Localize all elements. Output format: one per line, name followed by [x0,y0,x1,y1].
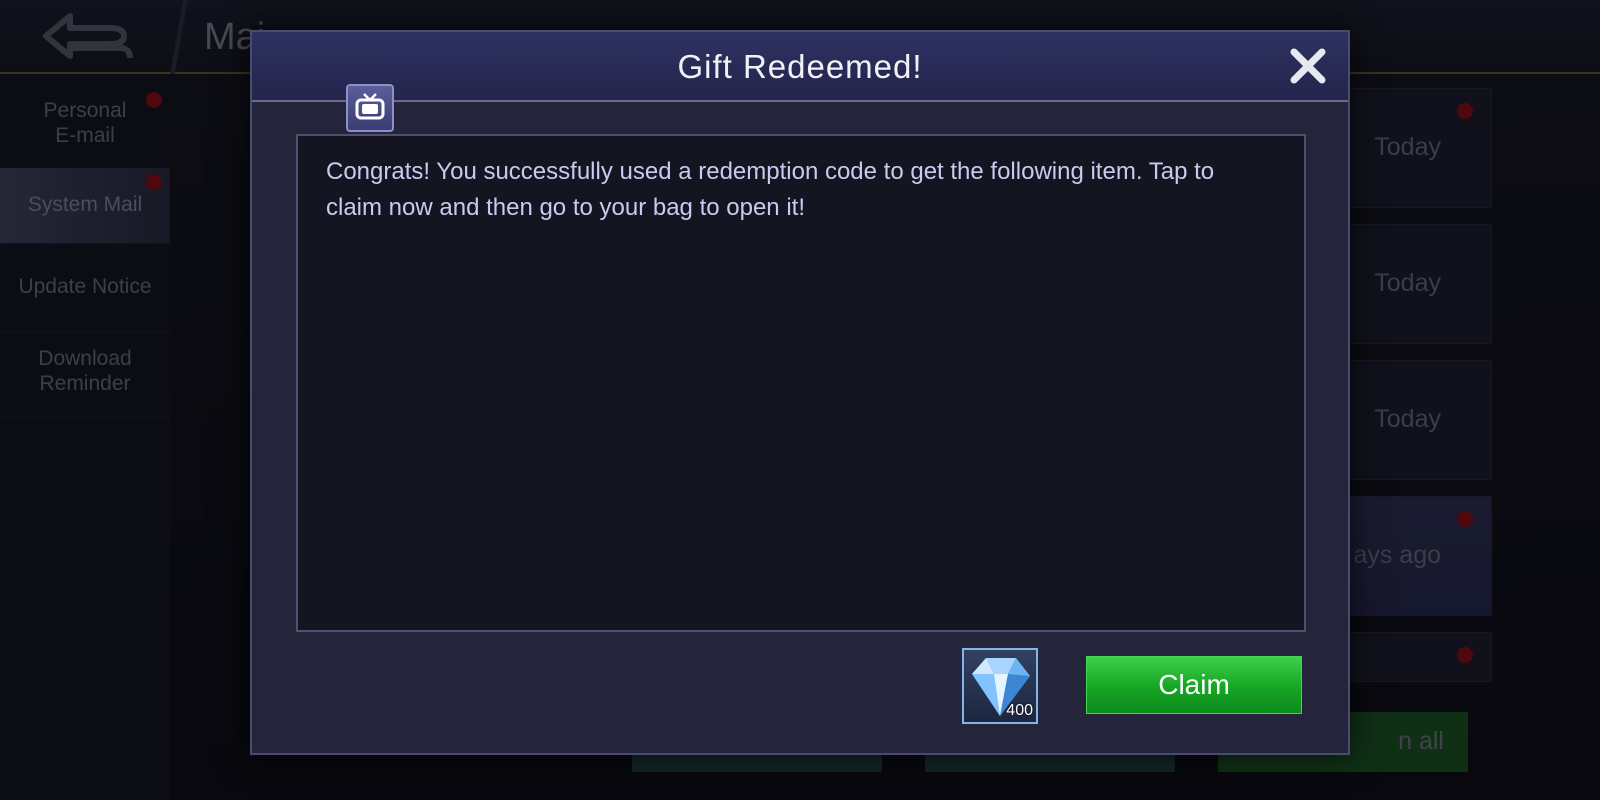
close-button[interactable] [1284,42,1332,90]
dialog-header: Gift Redeemed! [252,32,1348,102]
close-icon [1290,48,1326,84]
dialog-title: Gift Redeemed! [677,48,923,85]
mail-screen: Mai Personal E-mail System Mail Update N… [0,0,1600,800]
claim-button[interactable]: Claim [1086,656,1302,714]
mail-type-icon [346,84,394,132]
gift-redeemed-dialog: Gift Redeemed! Congrats! You successfull… [250,30,1350,755]
dialog-message: Congrats! You successfully used a redemp… [326,158,1215,221]
message-box: Congrats! You successfully used a redemp… [296,134,1306,632]
reward-item[interactable]: 400 [962,648,1038,724]
reward-quantity: 400 [1006,702,1033,719]
video-mail-icon [355,93,385,120]
